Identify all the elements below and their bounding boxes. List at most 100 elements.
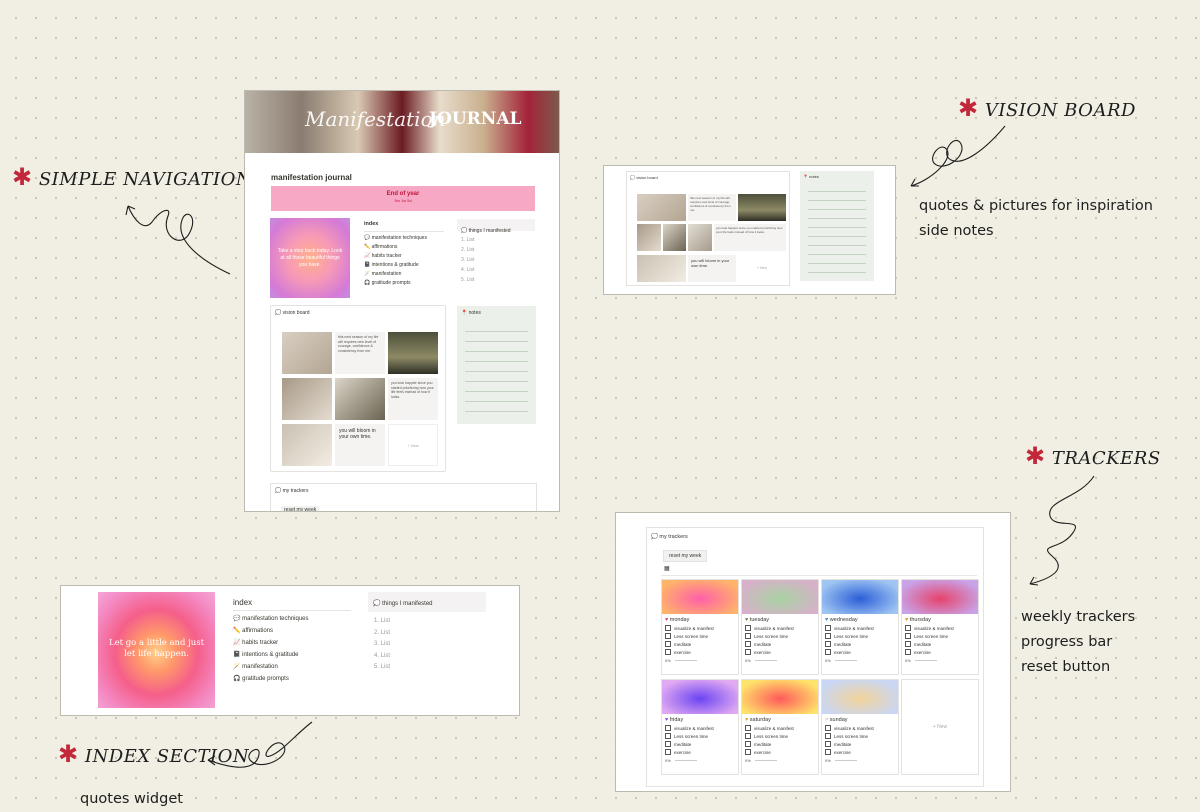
day-tracker-card[interactable]: ♥ wednesday visualize & manifest Less scre… [821, 579, 899, 675]
day-tracker-card[interactable]: ♥ tuesday visualize & manifest Less screen… [741, 579, 819, 675]
task-checkbox-row[interactable]: visualize & manifest [905, 625, 975, 631]
list-item[interactable]: 4. List [461, 265, 474, 275]
index-link[interactable]: 💬 manifestation techniques [364, 235, 444, 241]
index-link[interactable]: 🪄 manifestation [233, 663, 351, 670]
list-item[interactable]: 5. List [374, 662, 390, 674]
day-tracker-card[interactable]: ♥ monday visualize & manifest Less screen … [661, 579, 739, 675]
index-link[interactable]: ✏️ affirmations [233, 627, 351, 634]
task-checkbox-row[interactable]: exercise [825, 749, 895, 755]
task-checkbox-row[interactable]: Less screen time [745, 633, 815, 639]
task-checkbox-row[interactable]: visualize & manifest [745, 625, 815, 631]
reset-button[interactable]: reset my week [281, 506, 320, 511]
task-checkbox-row[interactable]: visualize & manifest [745, 725, 815, 731]
task-checkbox-row[interactable]: visualize & manifest [825, 625, 895, 631]
task-checkbox-row[interactable]: meditate [745, 641, 815, 647]
checkbox[interactable] [825, 641, 831, 647]
task-checkbox-row[interactable]: exercise [745, 649, 815, 655]
task-label: visualize & manifest [674, 625, 714, 631]
checkbox[interactable] [905, 625, 911, 631]
day-tracker-card[interactable]: ♥ friday visualize & manifest Less screen … [661, 679, 739, 775]
task-checkbox-row[interactable]: Less screen time [665, 633, 735, 639]
checkbox[interactable] [665, 725, 671, 731]
checkbox[interactable] [825, 749, 831, 755]
list-item[interactable]: 2. List [374, 628, 390, 640]
day-tracker-card[interactable]: ♥ thursday visualize & manifest Less scree… [901, 579, 979, 675]
task-checkbox-row[interactable]: meditate [745, 741, 815, 747]
gallery-view-icon[interactable]: ▦ [664, 565, 670, 572]
task-checkbox-row[interactable]: exercise [665, 649, 735, 655]
checkbox[interactable] [745, 749, 751, 755]
checkbox[interactable] [825, 733, 831, 739]
index-link[interactable]: 🪄 manifestation [364, 271, 444, 277]
day-tracker-card[interactable]: ♥ sunday visualize & manifest Less screen … [821, 679, 899, 775]
checkbox[interactable] [745, 649, 751, 655]
task-checkbox-row[interactable]: Less screen time [825, 633, 895, 639]
checkbox[interactable] [825, 633, 831, 639]
checkbox[interactable] [825, 741, 831, 747]
checkbox[interactable] [745, 625, 751, 631]
index-link[interactable]: 🎧 gratitude prompts [364, 280, 444, 286]
checkbox[interactable] [745, 733, 751, 739]
task-checkbox-row[interactable]: exercise [905, 649, 975, 655]
task-checkbox-row[interactable]: Less screen time [665, 733, 735, 739]
index-link[interactable]: 📈 habits tracker [233, 639, 351, 646]
new-tracker-button[interactable]: + New [901, 679, 979, 775]
day-cover-gradient [822, 680, 898, 714]
index-link[interactable]: 💬 manifestation techniques [233, 615, 351, 622]
task-checkbox-row[interactable]: meditate [665, 641, 735, 647]
index-link[interactable]: 🎧 gratitude prompts [233, 675, 351, 682]
checkbox[interactable] [745, 725, 751, 731]
checkbox[interactable] [665, 741, 671, 747]
list-item[interactable]: 2. List [461, 245, 474, 255]
checkbox[interactable] [745, 741, 751, 747]
task-checkbox-row[interactable]: visualize & manifest [665, 625, 735, 631]
checkbox[interactable] [825, 649, 831, 655]
task-checkbox-row[interactable]: meditate [825, 641, 895, 647]
checkbox[interactable] [905, 641, 911, 647]
task-checkbox-row[interactable]: exercise [665, 749, 735, 755]
checkbox[interactable] [665, 625, 671, 631]
task-checkbox-row[interactable]: Less screen time [745, 733, 815, 739]
checkbox[interactable] [825, 725, 831, 731]
task-checkbox-row[interactable]: visualize & manifest [665, 725, 735, 731]
star-icon: ✱ [12, 163, 33, 191]
index-link[interactable]: 📈 habits tracker [364, 253, 444, 259]
new-card-button[interactable]: + New [738, 255, 786, 282]
day-title: ♥ wednesday [825, 617, 858, 623]
countdown-title: End of year [386, 191, 420, 197]
list-item[interactable]: 1. List [461, 235, 474, 245]
task-checkbox-row[interactable]: meditate [825, 741, 895, 747]
task-checkbox-row[interactable]: exercise [825, 649, 895, 655]
task-checkbox-row[interactable]: visualize & manifest [825, 725, 895, 731]
index-link[interactable]: 📓 intentions & gratitude [233, 651, 351, 658]
day-tracker-card[interactable]: ♥ saturday visualize & manifest Less scree… [741, 679, 819, 775]
reset-button[interactable]: reset my week [663, 550, 708, 562]
task-checkbox-row[interactable]: Less screen time [825, 733, 895, 739]
checkbox[interactable] [665, 633, 671, 639]
checkbox[interactable] [665, 733, 671, 739]
manifested-heading: 💭 things I manifested [461, 228, 511, 234]
checkbox[interactable] [745, 641, 751, 647]
checkbox[interactable] [905, 649, 911, 655]
list-item[interactable]: 4. List [374, 651, 390, 663]
list-item[interactable]: 5. List [461, 275, 474, 285]
checkbox[interactable] [905, 633, 911, 639]
index-link[interactable]: ✏️ affirmations [364, 244, 444, 250]
checkbox[interactable] [665, 749, 671, 755]
annotation-trackers: ✱ TRACKERS [1025, 444, 1161, 469]
index-link[interactable]: 📓 intentions & gratitude [364, 262, 444, 268]
list-item[interactable]: 3. List [374, 639, 390, 651]
task-checkbox-row[interactable]: exercise [745, 749, 815, 755]
checkbox[interactable] [665, 641, 671, 647]
checkbox[interactable] [665, 649, 671, 655]
task-checkbox-row[interactable]: meditate [665, 741, 735, 747]
progress-track [834, 660, 857, 661]
list-item[interactable]: 3. List [461, 255, 474, 265]
new-card-button[interactable]: + New [388, 424, 438, 466]
checkbox[interactable] [825, 625, 831, 631]
task-label: exercise [754, 649, 771, 655]
list-item[interactable]: 1. List [374, 616, 390, 628]
task-checkbox-row[interactable]: meditate [905, 641, 975, 647]
checkbox[interactable] [745, 633, 751, 639]
task-checkbox-row[interactable]: Less screen time [905, 633, 975, 639]
